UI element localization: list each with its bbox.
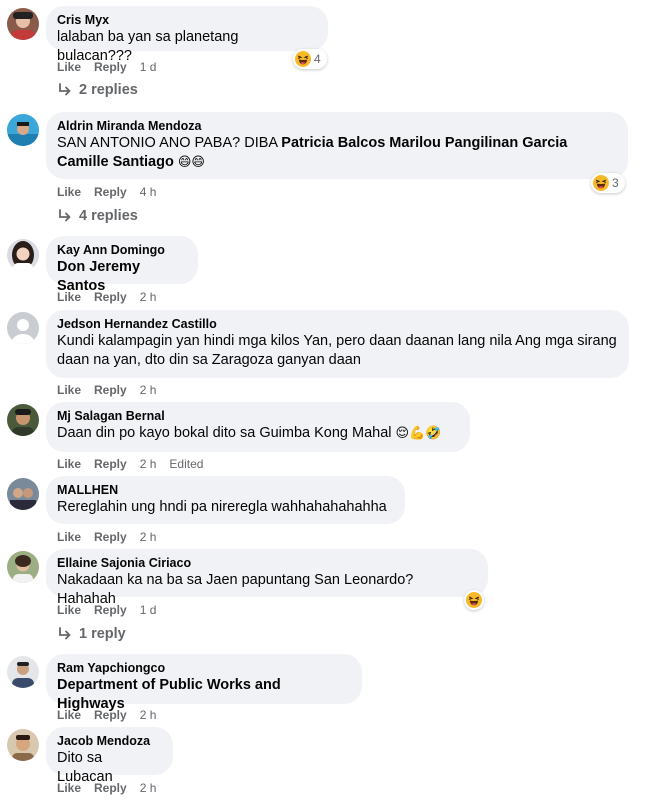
comment-author[interactable]: Jedson Hernandez Castillo bbox=[57, 316, 617, 332]
comment-actions: Like Reply 4 h bbox=[57, 184, 169, 200]
reply-button[interactable]: Reply bbox=[94, 290, 127, 304]
like-button[interactable]: Like bbox=[57, 185, 81, 199]
comment-bubble: Cris Myx lalaban ba yan sa planetang bul… bbox=[46, 6, 328, 64]
comment-actions: Like Reply 1 d bbox=[57, 602, 169, 618]
avatar[interactable] bbox=[7, 729, 39, 761]
comment-timestamp[interactable]: 4 h bbox=[140, 185, 157, 199]
comment-timestamp[interactable]: 2 h bbox=[140, 708, 157, 722]
comment-actions: Like Reply 1 d bbox=[57, 59, 169, 75]
comment-timestamp[interactable]: 1 d bbox=[140, 603, 157, 617]
avatar[interactable] bbox=[7, 239, 39, 271]
reply-button[interactable]: Reply bbox=[94, 457, 127, 471]
comment-author[interactable]: Ellaine Sajonia Ciriaco bbox=[57, 555, 476, 571]
avatar[interactable] bbox=[7, 312, 39, 344]
reply-button[interactable]: Reply bbox=[94, 60, 127, 74]
avatar[interactable] bbox=[7, 656, 39, 688]
comment-actions: Like Reply 2 h Edited bbox=[57, 456, 216, 472]
like-button[interactable]: Like bbox=[57, 781, 81, 795]
haha-emoji-icon bbox=[593, 175, 609, 191]
comment-text-plain: Daan din po kayo bokal dito sa Guimba Ko… bbox=[57, 425, 396, 441]
avatar[interactable] bbox=[7, 114, 39, 146]
comment-author[interactable]: Kay Ann Domingo bbox=[57, 242, 186, 258]
comment-timestamp[interactable]: 2 h bbox=[140, 530, 157, 544]
view-replies-link[interactable]: 2 replies bbox=[57, 80, 138, 100]
comment-timestamp[interactable]: 2 h bbox=[140, 290, 157, 304]
comment-actions: Like Reply 2 h bbox=[57, 780, 169, 796]
comment-actions: Like Reply 2 h bbox=[57, 289, 169, 305]
haha-emoji-icon bbox=[466, 592, 482, 608]
avatar[interactable] bbox=[7, 551, 39, 583]
reply-button[interactable]: Reply bbox=[94, 603, 127, 617]
like-button[interactable]: Like bbox=[57, 60, 81, 74]
like-button[interactable]: Like bbox=[57, 457, 81, 471]
comment-bubble: Mj Salagan Bernal Daan din po kayo bokal… bbox=[46, 402, 470, 452]
like-button[interactable]: Like bbox=[57, 290, 81, 304]
avatar[interactable] bbox=[7, 478, 39, 510]
reaction-summary[interactable]: 4 bbox=[293, 49, 327, 69]
comment-text-plain: SAN ANTONIO ANO PABA? DIBA bbox=[57, 135, 282, 151]
avatar[interactable] bbox=[7, 8, 39, 40]
comment-actions: Like Reply 2 h bbox=[57, 382, 169, 398]
comment-timestamp[interactable]: 2 h bbox=[140, 383, 157, 397]
reply-arrow-icon bbox=[57, 626, 73, 642]
comment-actions: Like Reply 2 h bbox=[57, 529, 169, 545]
comment-timestamp[interactable]: 2 h bbox=[140, 781, 157, 795]
edited-label[interactable]: Edited bbox=[169, 457, 203, 471]
comment-author[interactable]: Cris Myx bbox=[57, 12, 316, 28]
comment-author[interactable]: Mj Salagan Bernal bbox=[57, 408, 458, 424]
view-replies-link[interactable]: 4 replies bbox=[57, 206, 138, 226]
like-button[interactable]: Like bbox=[57, 383, 81, 397]
reply-button[interactable]: Reply bbox=[94, 781, 127, 795]
reply-button[interactable]: Reply bbox=[94, 708, 127, 722]
grinning-emoji-icon: 😄😄 bbox=[177, 155, 205, 170]
comment-bubble: MALLHEN Rereglahin ung hndi pa nireregla… bbox=[46, 476, 405, 524]
comment-actions: Like Reply 2 h bbox=[57, 707, 169, 723]
comment-author[interactable]: Jacob Mendoza bbox=[57, 733, 161, 749]
relieved-muscle-rofl-emoji-icon: 😌💪🤣 bbox=[395, 426, 442, 441]
replies-count-label: 2 replies bbox=[79, 82, 138, 98]
comment-bubble: Aldrin Miranda Mendoza SAN ANTONIO ANO P… bbox=[46, 112, 628, 179]
comment-bubble: Ellaine Sajonia Ciriaco Nakadaan ka na b… bbox=[46, 549, 488, 607]
comment-text: Daan din po kayo bokal dito sa Guimba Ko… bbox=[57, 424, 458, 443]
reply-button[interactable]: Reply bbox=[94, 383, 127, 397]
reaction-summary[interactable]: 3 bbox=[591, 173, 625, 193]
comment-text: Kundi kalampagin yan hindi mga kilos Yan… bbox=[57, 333, 617, 368]
comment-author[interactable]: Ram Yapchiongco bbox=[57, 660, 350, 676]
reply-arrow-icon bbox=[57, 82, 73, 98]
comment-bubble: Jacob Mendoza Dito sa Lubacan bbox=[46, 727, 173, 785]
reply-button[interactable]: Reply bbox=[94, 530, 127, 544]
comment-timestamp[interactable]: 2 h bbox=[140, 457, 157, 471]
comment-bubble: Jedson Hernandez Castillo Kundi kalampag… bbox=[46, 310, 629, 378]
like-button[interactable]: Like bbox=[57, 603, 81, 617]
comment-text: SAN ANTONIO ANO PABA? DIBA Patricia Balc… bbox=[57, 134, 616, 172]
comment-text: Rereglahin ung hndi pa nireregla wahhaha… bbox=[57, 499, 387, 515]
like-button[interactable]: Like bbox=[57, 530, 81, 544]
reaction-count: 4 bbox=[314, 52, 321, 66]
replies-count-label: 4 replies bbox=[79, 208, 138, 224]
haha-emoji-icon bbox=[295, 51, 311, 67]
replies-count-label: 1 reply bbox=[79, 626, 126, 642]
view-replies-link[interactable]: 1 reply bbox=[57, 624, 126, 644]
comment-author[interactable]: Aldrin Miranda Mendoza bbox=[57, 118, 616, 134]
avatar[interactable] bbox=[7, 404, 39, 436]
reaction-count: 3 bbox=[612, 176, 619, 190]
comment-bubble: Ram Yapchiongco Department of Public Wor… bbox=[46, 654, 362, 712]
reaction-summary[interactable] bbox=[464, 590, 484, 610]
reply-button[interactable]: Reply bbox=[94, 185, 127, 199]
comment-bubble: Kay Ann Domingo Don Jeremy Santos bbox=[46, 236, 198, 294]
comment-author[interactable]: MALLHEN bbox=[57, 482, 393, 498]
comment-timestamp[interactable]: 1 d bbox=[140, 60, 157, 74]
reply-arrow-icon bbox=[57, 208, 73, 224]
like-button[interactable]: Like bbox=[57, 708, 81, 722]
